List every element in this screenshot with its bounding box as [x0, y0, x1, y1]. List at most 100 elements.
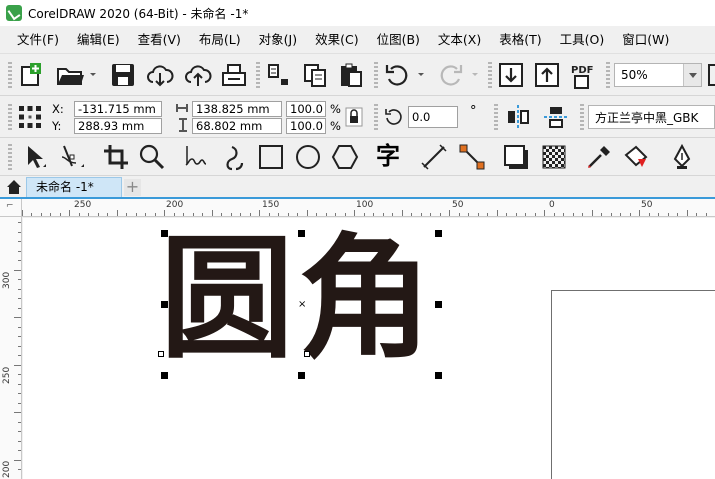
document-tab-bar: 未命名 -1* + — [0, 176, 715, 199]
text-node-handle[interactable] — [158, 351, 164, 357]
document-tab-label: 未命名 -1* — [36, 180, 94, 194]
pen-tool-icon[interactable] — [668, 143, 696, 171]
toolbar-grip[interactable] — [256, 62, 260, 88]
cut-icon[interactable] — [266, 62, 292, 88]
ruler-label: 50 — [641, 200, 653, 210]
text-tool-icon[interactable]: 字 — [376, 141, 400, 171]
shape-tool-icon[interactable] — [58, 143, 86, 171]
artistic-media-tool-icon[interactable] — [220, 143, 248, 171]
toolbar-grip[interactable] — [580, 104, 584, 130]
polygon-tool-icon[interactable] — [331, 143, 359, 171]
add-document-tab-button[interactable]: + — [124, 179, 141, 196]
reference-point-icon[interactable] — [18, 105, 42, 129]
selection-handle-bottom-left[interactable] — [161, 372, 168, 379]
menu-tools[interactable]: 工具(O) — [551, 26, 614, 54]
zoom-tool-icon[interactable] — [138, 143, 166, 171]
menu-bitmaps[interactable]: 位图(B) — [368, 26, 429, 54]
undo-icon[interactable] — [384, 62, 428, 88]
vertical-ruler[interactable]: 300 250 200 — [0, 217, 22, 479]
ruler-label: 250 — [2, 366, 12, 384]
menu-window[interactable]: 窗口(W) — [613, 26, 678, 54]
selection-handle-middle-right[interactable] — [435, 301, 442, 308]
y-position-field[interactable]: 288.93 mm — [74, 118, 162, 134]
toolbar-grip[interactable] — [374, 62, 378, 88]
menu-effects[interactable]: 效果(C) — [306, 26, 367, 54]
toolbar-grip[interactable] — [494, 104, 498, 130]
mirror-vertical-icon[interactable] — [543, 104, 569, 130]
export-cloud-icon[interactable] — [184, 62, 212, 88]
ruler-label: 100 — [356, 200, 374, 210]
toolbar-grip[interactable] — [488, 62, 492, 88]
rotation-angle-field[interactable]: 0.0 — [408, 106, 458, 128]
degree-label: ° — [470, 104, 477, 119]
rotation-center-marker[interactable]: × — [298, 300, 306, 310]
ellipse-tool-icon[interactable] — [294, 143, 322, 171]
ruler-origin[interactable]: ⌐ — [0, 199, 22, 217]
interactive-fill-tool-icon[interactable] — [622, 143, 650, 171]
menu-text[interactable]: 文本(X) — [429, 26, 490, 54]
font-list-dropdown[interactable]: 方正兰亭中黑_GBK — [588, 105, 715, 129]
selection-handle-bottom-right[interactable] — [435, 372, 442, 379]
menu-object[interactable]: 对象(J) — [250, 26, 306, 54]
pick-tool-icon[interactable] — [20, 143, 48, 171]
export-icon[interactable] — [534, 62, 560, 88]
open-folder-icon[interactable] — [56, 62, 96, 88]
ruler-label: 150 — [262, 200, 280, 210]
ruler-label: 300 — [2, 271, 12, 289]
toolbar-grip[interactable] — [8, 104, 12, 130]
mirror-horizontal-icon[interactable] — [505, 104, 531, 130]
save-icon[interactable] — [110, 62, 136, 88]
width-field[interactable]: 138.825 mm — [192, 101, 282, 117]
menu-table[interactable]: 表格(T) — [490, 26, 550, 54]
eyedropper-tool-icon[interactable] — [585, 143, 613, 171]
zoom-level-dropdown[interactable]: 50% — [614, 63, 702, 87]
toolbar-grip[interactable] — [374, 104, 378, 130]
paste-icon[interactable] — [338, 62, 364, 88]
drop-shadow-tool-icon[interactable] — [502, 143, 530, 171]
y-position-label: Y: — [52, 119, 62, 133]
chevron-down-icon[interactable] — [683, 64, 701, 86]
selection-handle-top-center[interactable] — [298, 230, 305, 237]
text-node-handle[interactable] — [304, 351, 310, 357]
menu-file[interactable]: 文件(F) — [8, 26, 68, 54]
height-icon — [178, 118, 188, 132]
toolbar-grip[interactable] — [606, 62, 610, 88]
transparency-tool-icon[interactable] — [540, 143, 568, 171]
x-position-field[interactable]: -131.715 mm — [74, 101, 162, 117]
print-icon[interactable] — [220, 62, 248, 88]
home-icon[interactable] — [6, 179, 22, 195]
horizontal-ruler[interactable]: 250 200 150 100 50 0 50 — [22, 199, 715, 217]
selection-handle-middle-left[interactable] — [161, 301, 168, 308]
drawing-canvas[interactable]: 圆角 × — [23, 218, 715, 479]
dimension-tool-icon[interactable] — [420, 143, 448, 171]
x-position-label: X: — [52, 102, 64, 116]
connector-tool-icon[interactable] — [458, 143, 486, 171]
toolbox: 字 — [0, 138, 715, 176]
selection-handle-bottom-center[interactable] — [298, 372, 305, 379]
full-screen-icon[interactable] — [708, 64, 715, 86]
page-border — [551, 290, 715, 479]
scale-y-field[interactable]: 100.0 — [286, 118, 326, 134]
selection-handle-top-left[interactable] — [161, 230, 168, 237]
import-cloud-icon[interactable] — [146, 62, 174, 88]
menu-edit[interactable]: 编辑(E) — [68, 26, 129, 54]
new-document-icon[interactable] — [18, 62, 44, 88]
toolbar-grip[interactable] — [8, 62, 12, 88]
publish-pdf-icon[interactable]: PDF — [570, 62, 598, 90]
freehand-tool-icon[interactable] — [182, 143, 210, 171]
menu-view[interactable]: 查看(V) — [129, 26, 190, 54]
crop-tool-icon[interactable] — [102, 143, 130, 171]
menu-layout[interactable]: 布局(L) — [190, 26, 250, 54]
width-icon — [176, 103, 188, 113]
height-field[interactable]: 68.802 mm — [192, 118, 282, 134]
import-icon[interactable] — [498, 62, 524, 88]
copy-icon[interactable] — [302, 62, 328, 88]
selection-handle-top-right[interactable] — [435, 230, 442, 237]
toolbar-grip[interactable] — [8, 144, 12, 170]
document-tab[interactable]: 未命名 -1* — [26, 177, 122, 197]
rotate-icon — [384, 108, 402, 126]
scale-x-field[interactable]: 100.0 — [286, 101, 326, 117]
lock-ratio-icon[interactable] — [345, 107, 363, 127]
rectangle-tool-icon[interactable] — [257, 143, 285, 171]
redo-icon[interactable] — [438, 62, 482, 88]
